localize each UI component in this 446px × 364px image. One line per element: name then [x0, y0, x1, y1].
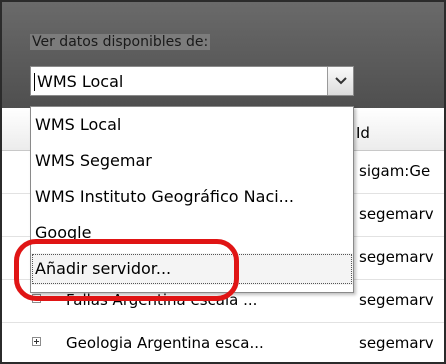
layer-id: segemarv: [359, 334, 434, 352]
dropdown-option-wms-local[interactable]: WMS Local: [31, 109, 353, 141]
server-select-value: WMS Local: [37, 72, 124, 91]
layer-name: Geologia Argentina esca...: [66, 334, 264, 352]
source-label: Ver datos disponibles de:: [30, 34, 211, 50]
dropdown-option-wms-segemar[interactable]: WMS Segemar: [31, 145, 353, 177]
table-row[interactable]: Geologia Argentina esca... segemarv: [2, 323, 444, 362]
expand-icon[interactable]: [32, 337, 41, 346]
text-caret: [34, 73, 35, 91]
id-column-header[interactable]: Id: [356, 124, 370, 142]
chevron-down-icon: [335, 77, 347, 85]
layer-id: segemarv: [359, 248, 434, 266]
server-dropdown-list: WMS Local WMS Segemar WMS Instituto Geog…: [30, 106, 354, 293]
expand-icon[interactable]: [32, 294, 41, 303]
dropdown-option-add-server[interactable]: Añadir servidor...: [31, 253, 353, 285]
server-select[interactable]: WMS Local: [30, 66, 354, 96]
layer-name: Fallas Argentina escala ...: [66, 291, 258, 309]
layer-id: segemarv: [359, 205, 434, 223]
dropdown-option-google[interactable]: Google: [31, 217, 353, 249]
layer-id: segemarv: [359, 291, 434, 309]
dropdown-option-wms-ign[interactable]: WMS Instituto Geográfico Naci...: [31, 181, 353, 213]
layer-id: sigam:Ge: [359, 162, 431, 180]
dropdown-arrow-button[interactable]: [327, 67, 353, 95]
source-panel: Ver datos disponibles de: WMS Local: [2, 2, 444, 108]
layer-browser-window: Ver datos disponibles de: WMS Local Id s…: [0, 0, 446, 364]
